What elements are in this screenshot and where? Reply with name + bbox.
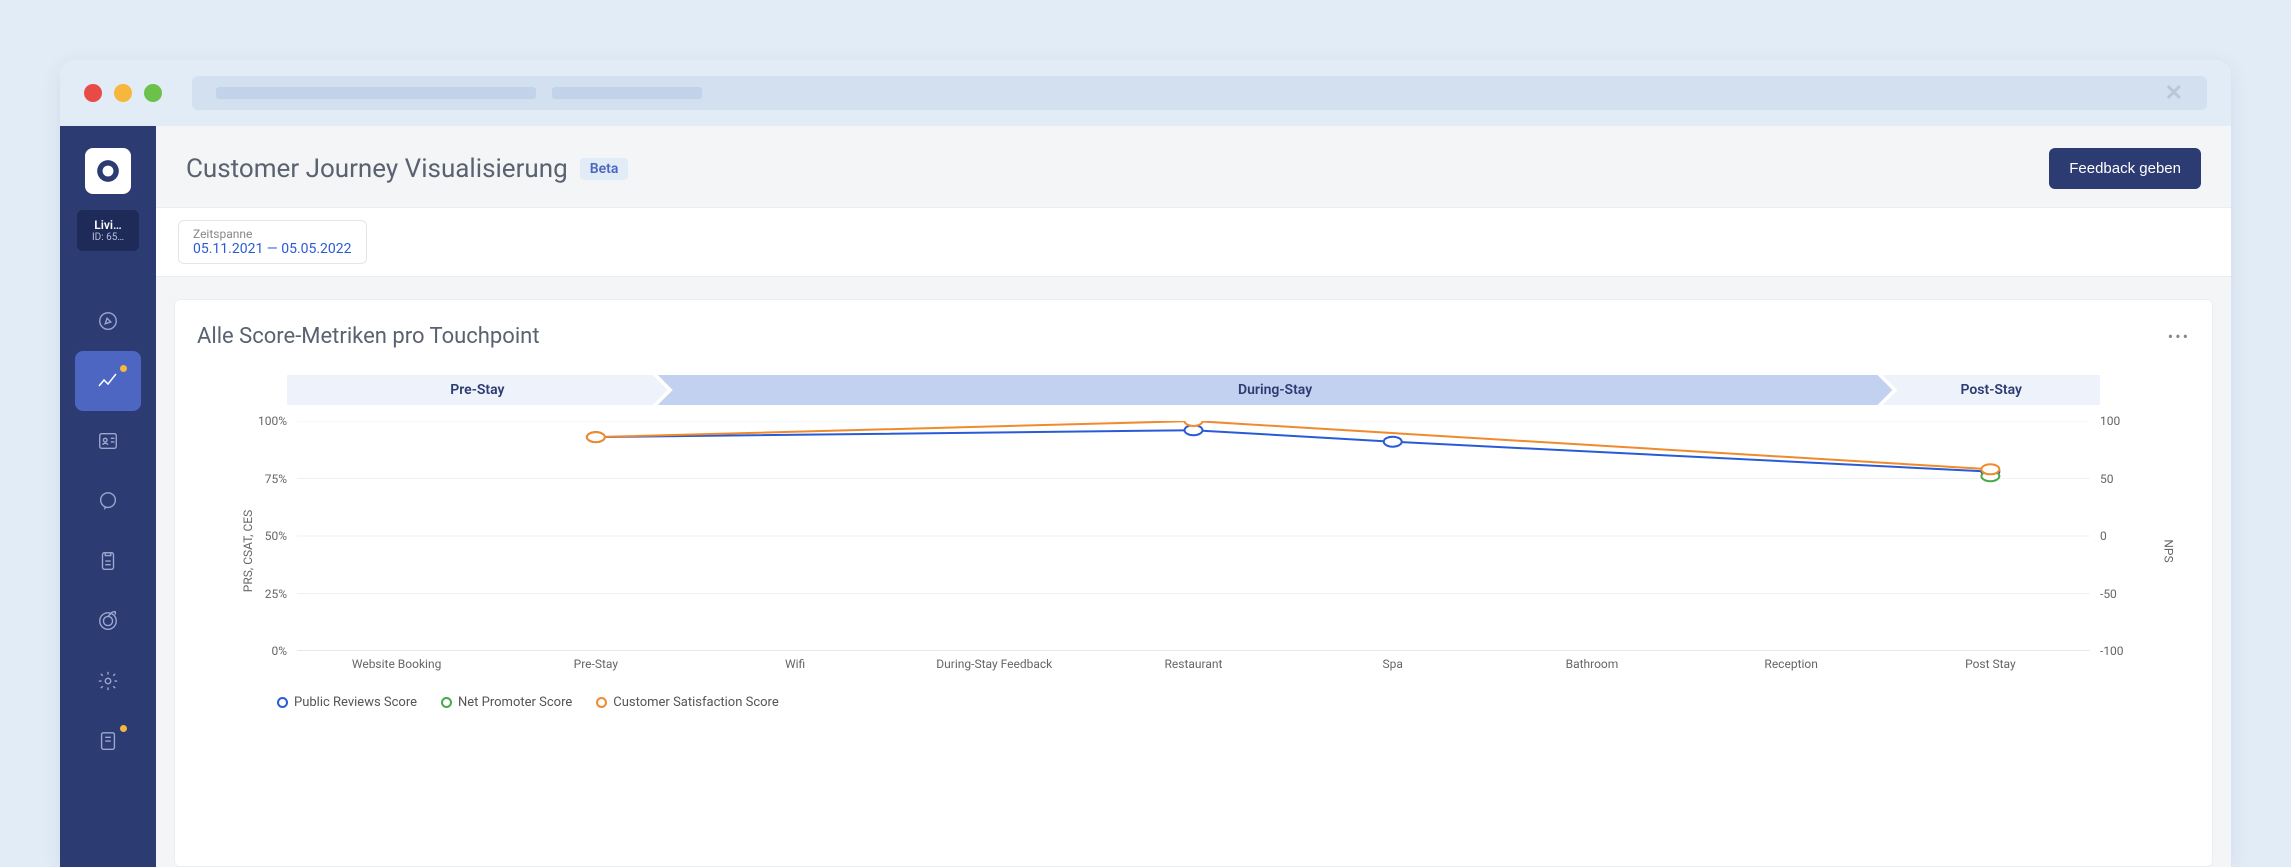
- close-icon[interactable]: ✕: [2165, 81, 2183, 106]
- x-tick-label: Wifi: [785, 657, 805, 671]
- nav-analytics[interactable]: [75, 351, 141, 411]
- legend-prs[interactable]: Public Reviews Score: [277, 695, 417, 710]
- chart-legend: Public Reviews Score Net Promoter Score …: [277, 695, 2190, 710]
- x-tick-label: Restaurant: [1165, 657, 1223, 671]
- browser-window: ✕ Livi… ID: 65…: [60, 60, 2231, 867]
- chart-card: Alle Score-Metriken pro Touchpoint ••• P…: [174, 299, 2213, 867]
- phase-during-stay[interactable]: During-Stay: [658, 375, 1893, 405]
- nav-contacts[interactable]: [75, 411, 141, 471]
- chart-menu-icon[interactable]: •••: [2168, 327, 2190, 346]
- beta-badge: Beta: [580, 158, 629, 180]
- app: Livi… ID: 65…: [60, 126, 2231, 867]
- y-tick: 0: [2100, 529, 2107, 543]
- y-axis-right-label: NPS: [2161, 539, 2175, 562]
- nav-clipboard[interactable]: [75, 531, 141, 591]
- legend-dot-icon: [441, 697, 452, 708]
- date-range-label: Zeitspanne: [193, 227, 352, 241]
- plot-area: [297, 421, 2090, 651]
- y-tick: 0%: [271, 644, 287, 658]
- filter-bar: Zeitspanne 05.11.2021 — 05.05.2022: [156, 207, 2231, 277]
- page-title: Customer Journey Visualisierung: [186, 154, 568, 184]
- legend-dot-icon: [596, 697, 607, 708]
- page-header: Customer Journey Visualisierung Beta Fee…: [156, 126, 2231, 207]
- org-name: Livi…: [83, 218, 133, 232]
- feedback-button[interactable]: Feedback geben: [2049, 148, 2201, 189]
- nav-chat[interactable]: [75, 471, 141, 531]
- date-range-value: 05.11.2021 — 05.05.2022: [193, 241, 352, 257]
- x-tick-label: Bathroom: [1566, 657, 1619, 671]
- phase-post-stay[interactable]: Post-Stay: [1882, 375, 2100, 405]
- x-tick-label: Post Stay: [1965, 657, 2016, 671]
- phase-pre-stay[interactable]: Pre-Stay: [287, 375, 668, 405]
- x-tick-label: Reception: [1764, 657, 1817, 671]
- y-axis-left: 100% 75% 50% 25% 0%: [237, 421, 287, 651]
- window-minimize-dot[interactable]: [114, 84, 132, 102]
- x-tick-label: Spa: [1383, 657, 1403, 671]
- nav-badge: [120, 725, 127, 732]
- y-tick: 50: [2100, 472, 2114, 486]
- chart-title: Alle Score-Metriken pro Touchpoint: [197, 324, 540, 349]
- legend-dot-icon: [277, 697, 288, 708]
- chart-body: PRS, CSAT, CES NPS 100% 75% 50% 25% 0% 1…: [217, 421, 2170, 681]
- sidebar: Livi… ID: 65…: [60, 126, 156, 867]
- x-axis: Website Booking Pre-Stay Wifi During-Stay F…: [297, 657, 2090, 681]
- org-selector[interactable]: Livi… ID: 65…: [77, 210, 139, 251]
- y-tick: 75%: [265, 472, 287, 486]
- window-close-dot[interactable]: [84, 84, 102, 102]
- nav-settings[interactable]: [75, 651, 141, 711]
- legend-csat[interactable]: Customer Satisfaction Score: [596, 695, 778, 710]
- legend-label: Net Promoter Score: [458, 695, 572, 710]
- legend-label: Public Reviews Score: [294, 695, 417, 710]
- y-tick: 100: [2100, 414, 2120, 428]
- nav-target[interactable]: [75, 591, 141, 651]
- y-tick: -50: [2100, 587, 2117, 601]
- address-bar[interactable]: ✕: [192, 76, 2207, 110]
- y-tick: 25%: [265, 587, 287, 601]
- org-id: ID: 65…: [83, 232, 133, 243]
- date-range-filter[interactable]: Zeitspanne 05.11.2021 — 05.05.2022: [178, 220, 367, 264]
- legend-nps[interactable]: Net Promoter Score: [441, 695, 572, 710]
- phase-bar: Pre-Stay During-Stay Post-Stay: [287, 375, 2100, 405]
- nav-badge: [120, 365, 127, 372]
- app-logo[interactable]: [85, 148, 131, 194]
- y-tick: 50%: [265, 529, 287, 543]
- y-axis-right: 100 50 0 -50 -100: [2100, 421, 2150, 651]
- main-content: Customer Journey Visualisierung Beta Fee…: [156, 126, 2231, 867]
- y-tick: -100: [2100, 644, 2124, 658]
- x-tick-label: During-Stay Feedback: [936, 657, 1052, 671]
- x-tick-label: Website Booking: [352, 657, 441, 671]
- nav-compass[interactable]: [75, 291, 141, 351]
- x-tick-label: Pre-Stay: [574, 657, 618, 671]
- legend-label: Customer Satisfaction Score: [613, 695, 778, 710]
- browser-toolbar: ✕: [60, 60, 2231, 126]
- window-maximize-dot[interactable]: [144, 84, 162, 102]
- nav-notes[interactable]: [75, 711, 141, 771]
- y-tick: 100%: [258, 414, 287, 428]
